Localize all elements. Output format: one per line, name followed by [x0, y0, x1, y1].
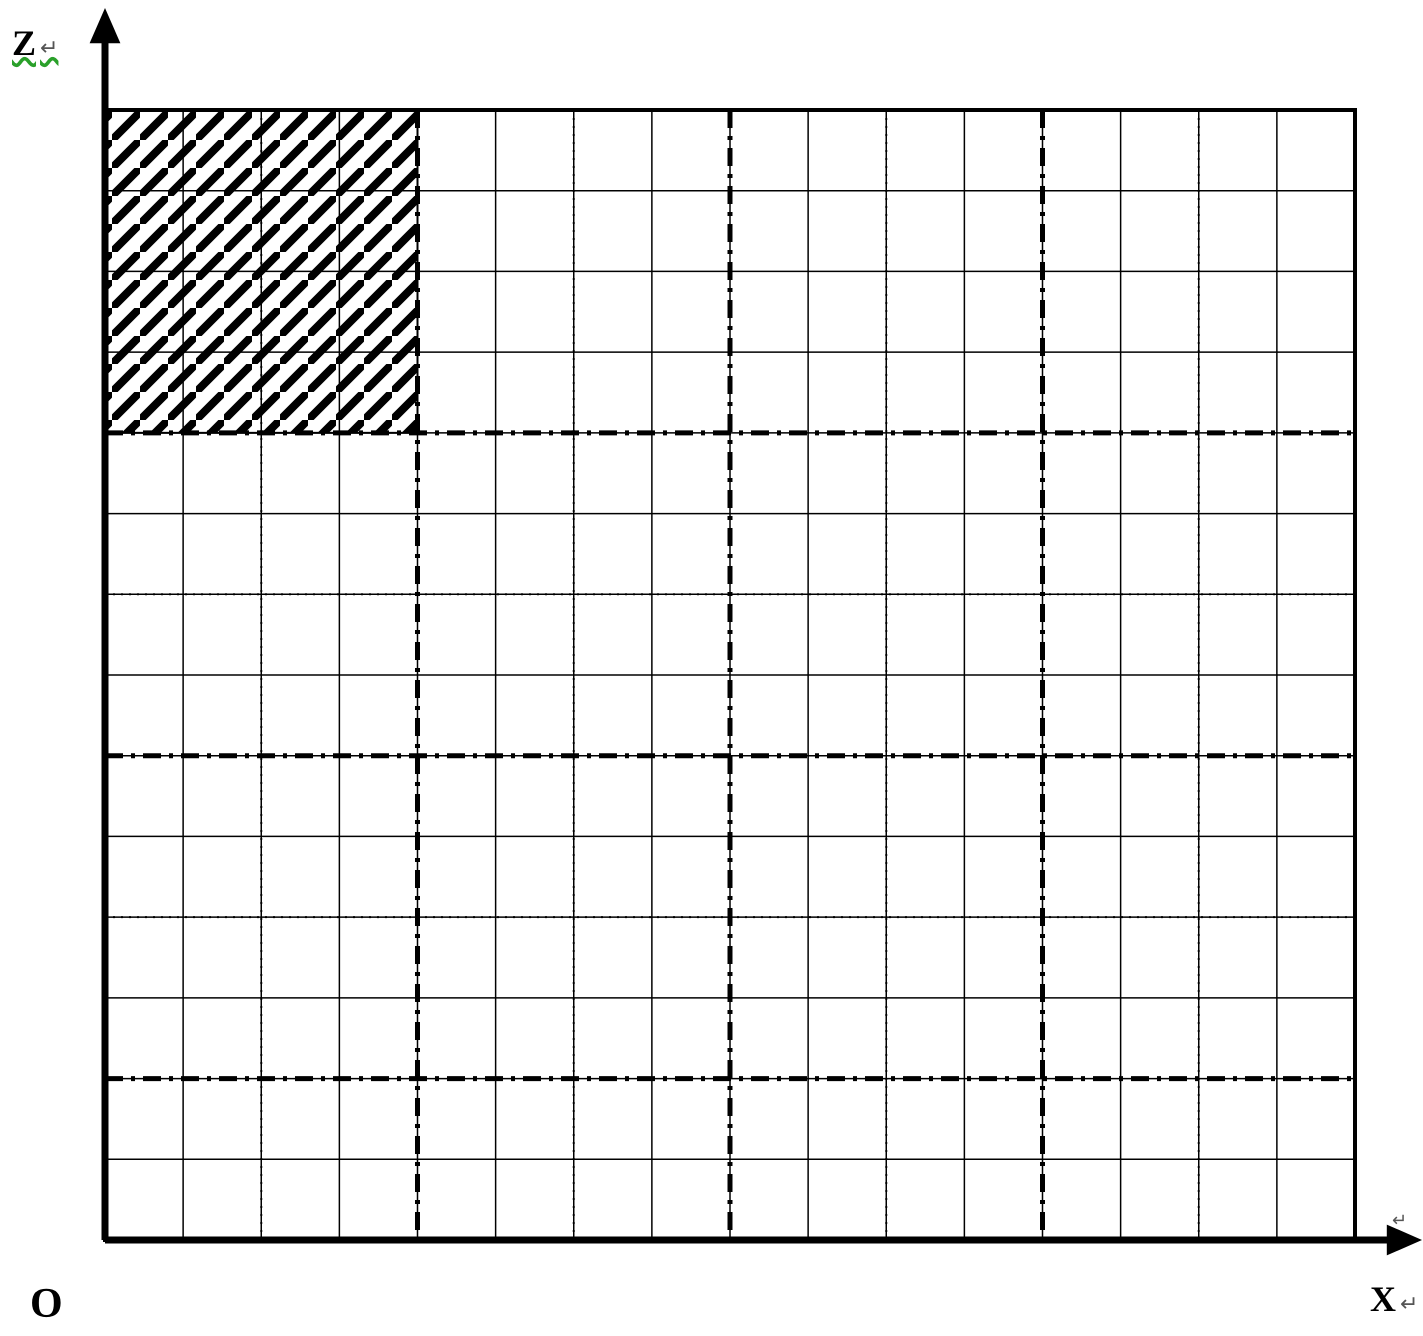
origin-label: O	[30, 1280, 63, 1328]
x-axis-text: X	[1370, 1279, 1396, 1319]
z-axis-text: Z	[12, 23, 36, 63]
z-axis-label: Z↵	[12, 22, 58, 64]
return-icon: ↵	[40, 35, 58, 60]
diagram-svg: ↵	[0, 0, 1423, 1336]
hatched-region	[105, 110, 418, 433]
x-axis-label: X↵	[1370, 1278, 1418, 1320]
origin-text: O	[30, 1281, 63, 1327]
return-icon: ↵	[1400, 1291, 1418, 1316]
svg-text:↵: ↵	[1392, 1210, 1407, 1230]
